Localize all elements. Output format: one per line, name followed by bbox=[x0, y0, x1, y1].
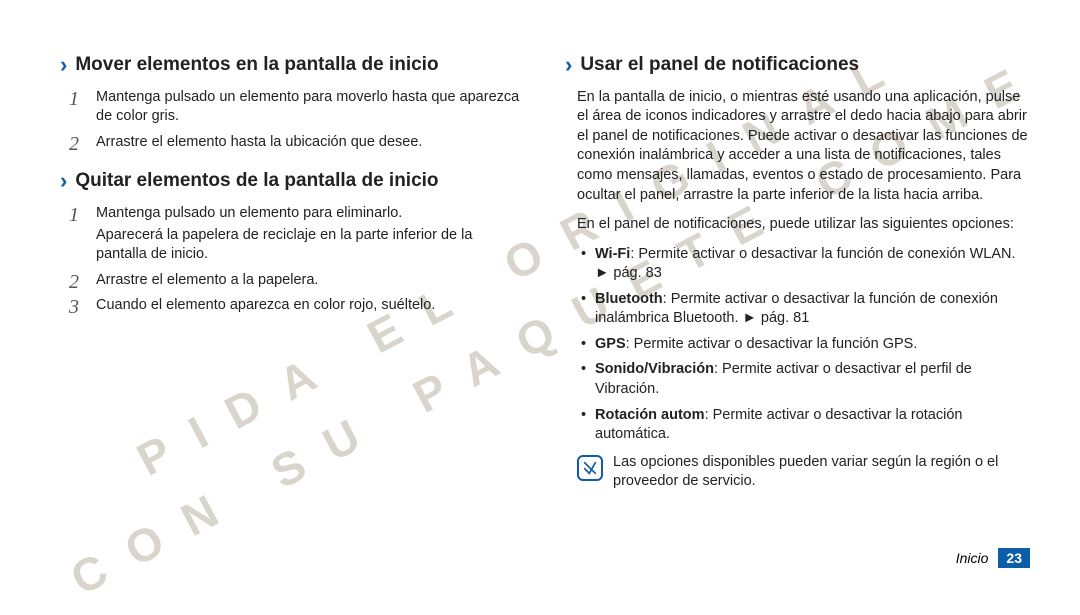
step-number: 1 bbox=[62, 202, 86, 229]
list-item: Sonido/Vibración: Permite activar o desa… bbox=[581, 360, 1030, 399]
left-column: › Mover elementos en la pantalla de inic… bbox=[60, 50, 525, 566]
heading-text: Quitar elementos de la pantalla de inici… bbox=[75, 168, 438, 194]
step-subnote: Aparecerá la papelera de reciclaje en la… bbox=[96, 226, 525, 265]
option-desc: : Permite activar o desactivar la funció… bbox=[595, 246, 1016, 282]
list-item: 1Mantenga pulsado un elemento para mover… bbox=[96, 88, 525, 127]
intro2-paragraph: En el panel de notificaciones, puede uti… bbox=[565, 215, 1030, 235]
option-label: Sonido/Vibración bbox=[595, 361, 714, 377]
list-item: Bluetooth: Permite activar o desactivar … bbox=[581, 290, 1030, 329]
chevron-icon: › bbox=[60, 166, 67, 196]
heading-move-elements: › Mover elementos en la pantalla de inic… bbox=[60, 50, 525, 80]
step-number: 3 bbox=[62, 294, 86, 321]
heading-remove-elements: › Quitar elementos de la pantalla de ini… bbox=[60, 166, 525, 196]
page-content: › Mover elementos en la pantalla de inic… bbox=[0, 0, 1080, 586]
step-number: 2 bbox=[62, 131, 86, 158]
list-item: 1 Mantenga pulsado un elemento para elim… bbox=[96, 204, 525, 265]
option-label: GPS bbox=[595, 336, 626, 352]
step-text: Mantenga pulsado un elemento para moverl… bbox=[96, 89, 519, 125]
list-item: 2Arrastre el elemento hasta la ubicación… bbox=[96, 133, 525, 153]
footer-section: Inicio bbox=[956, 550, 989, 566]
note-text: Las opciones disponibles pueden variar s… bbox=[613, 453, 1030, 492]
chevron-icon: › bbox=[60, 50, 67, 80]
step-text: Arrastre el elemento hasta la ubicación … bbox=[96, 134, 422, 150]
step-number: 2 bbox=[62, 269, 86, 296]
step-text: Cuando el elemento aparezca en color roj… bbox=[96, 297, 435, 313]
page-footer: Inicio 23 bbox=[956, 548, 1030, 568]
list-item: Rotación autom: Permite activar o desact… bbox=[581, 406, 1030, 445]
heading-text: Mover elementos en la pantalla de inicio bbox=[75, 52, 438, 78]
chevron-icon: › bbox=[565, 50, 572, 80]
intro-paragraph: En la pantalla de inicio, o mientras est… bbox=[565, 88, 1030, 205]
note-box: Las opciones disponibles pueden variar s… bbox=[565, 453, 1030, 492]
remove-steps-list: 1 Mantenga pulsado un elemento para elim… bbox=[60, 204, 525, 316]
step-text: Arrastre el elemento a la papelera. bbox=[96, 272, 318, 288]
list-item: GPS: Permite activar o desactivar la fun… bbox=[581, 335, 1030, 355]
page-number: 23 bbox=[998, 548, 1030, 568]
right-column: › Usar el panel de notificaciones En la … bbox=[565, 50, 1030, 566]
heading-text: Usar el panel de notificaciones bbox=[580, 52, 859, 78]
option-desc: : Permite activar o desactivar la funció… bbox=[626, 336, 918, 352]
options-bullet-list: Wi-Fi: Permite activar o desactivar la f… bbox=[565, 245, 1030, 445]
list-item: 3Cuando el elemento aparezca en color ro… bbox=[96, 296, 525, 316]
note-icon bbox=[577, 455, 603, 481]
option-label: Wi-Fi bbox=[595, 246, 630, 262]
heading-notifications-panel: › Usar el panel de notificaciones bbox=[565, 50, 1030, 80]
step-number: 1 bbox=[62, 86, 86, 113]
list-item: 2Arrastre el elemento a la papelera. bbox=[96, 271, 525, 291]
option-label: Rotación autom bbox=[595, 407, 705, 423]
move-steps-list: 1 Mantenga pulsado un elemento para mover… bbox=[60, 88, 525, 153]
list-item: Wi-Fi: Permite activar o desactivar la f… bbox=[581, 245, 1030, 284]
option-label: Bluetooth bbox=[595, 291, 663, 307]
step-text: Mantenga pulsado un elemento para elimin… bbox=[96, 205, 402, 221]
